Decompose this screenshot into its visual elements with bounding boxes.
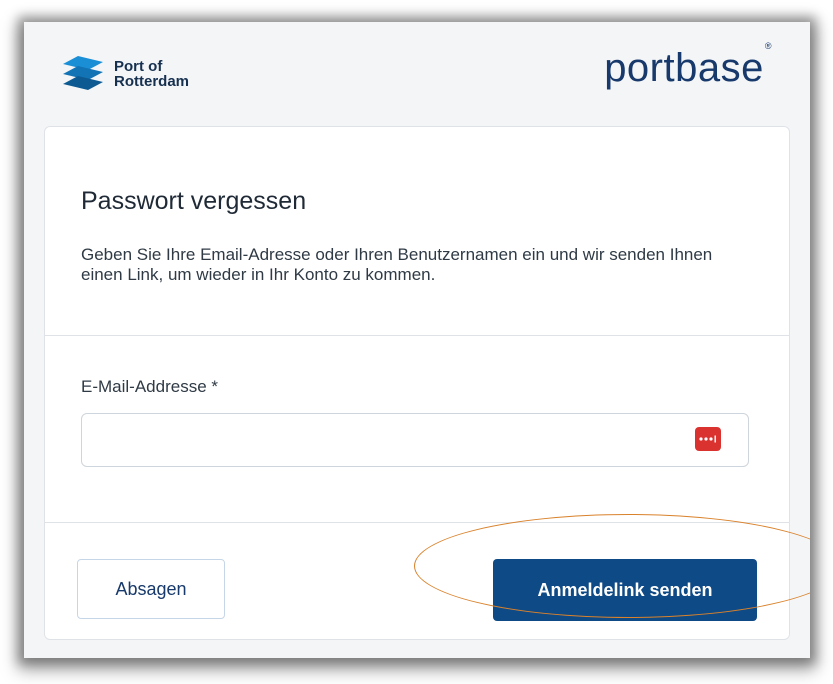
- top-bar: Port of Rotterdam portbase®: [24, 22, 810, 126]
- instructions-text: Geben Sie Ihre Email-Adresse oder Ihren …: [81, 245, 713, 284]
- page-title: Passwort vergessen: [81, 187, 307, 215]
- registered-mark: ®: [764, 40, 772, 51]
- screenshot-frame: Port of Rotterdam portbase® Passwort ver…: [24, 22, 810, 658]
- dots-glyph-icon: [699, 435, 716, 443]
- divider-bottom: [45, 522, 789, 523]
- port-of-rotterdam-label: Port of Rotterdam: [114, 58, 190, 90]
- portbase-wordmark: portbase: [604, 46, 764, 90]
- portbase-logo: portbase®: [604, 41, 772, 91]
- email-field[interactable]: [81, 413, 749, 467]
- cancel-button[interactable]: Absagen: [77, 559, 225, 619]
- send-login-link-button[interactable]: Anmeldelink senden: [493, 559, 757, 621]
- port-of-rotterdam-logo: Port of Rotterdam: [60, 52, 189, 96]
- divider-top: [45, 335, 789, 336]
- email-field-label: E-Mail-Addresse *: [81, 377, 218, 396]
- password-reset-card: Passwort vergessen Geben Sie Ihre Email-…: [44, 126, 790, 640]
- port-of-rotterdam-waves-icon: [63, 56, 103, 90]
- password-manager-dots-icon[interactable]: [695, 427, 721, 451]
